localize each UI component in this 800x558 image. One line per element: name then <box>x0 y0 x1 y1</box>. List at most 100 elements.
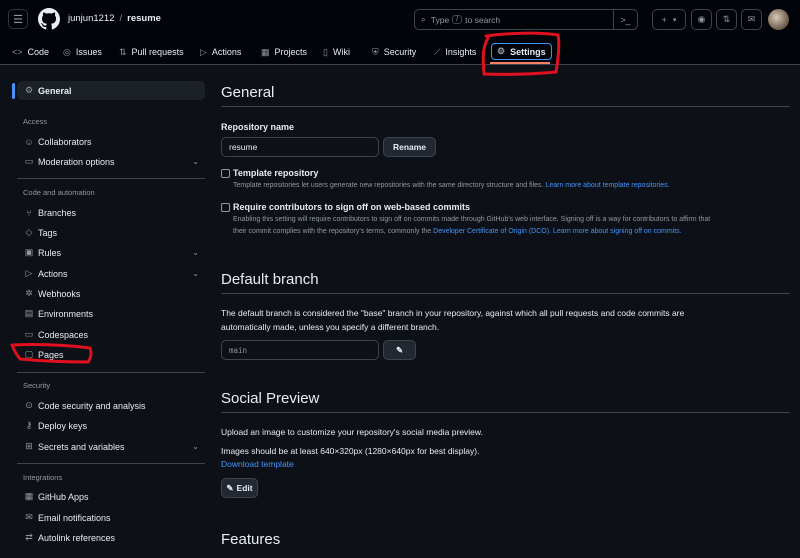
command-palette-icon[interactable]: >_ <box>613 9 637 30</box>
sidebar-item-autolink[interactable]: ⇄ Autolink references <box>17 528 205 547</box>
sidebar-item-email-notifications[interactable]: ✉ Email notifications <box>17 508 205 527</box>
search-icon: ⌕ <box>421 14 426 24</box>
sidebar-heading-code-automation: Code and automation <box>23 188 95 197</box>
default-branch-name: main <box>229 345 248 355</box>
section-divider <box>221 106 790 107</box>
chevron-down-icon: ▾ <box>672 16 677 24</box>
repo-link[interactable]: resume <box>127 13 161 24</box>
sidebar-item-label: Environments <box>38 308 94 319</box>
sidebar-item-actions[interactable]: ▷ Actions ⌄ <box>17 264 205 283</box>
section-title-default-branch: Default branch <box>221 271 319 288</box>
sidebar-item-label: Webhooks <box>38 288 81 299</box>
sidebar-item-moderation[interactable]: ▭ Moderation options ⌄ <box>17 152 205 171</box>
sidebar-divider <box>17 463 205 464</box>
chevron-down-icon: ⌄ <box>192 442 199 451</box>
tab-security[interactable]: ⛨ Security <box>372 44 416 60</box>
pencil-icon: ✎ <box>395 344 404 355</box>
asterisk-icon: ⊞ <box>25 441 33 451</box>
sidebar-item-label: Deploy keys <box>38 420 88 431</box>
edit-social-preview-button[interactable]: ✎ Edit <box>221 478 258 498</box>
default-branch-field: main <box>221 340 379 360</box>
sidebar-item-github-apps[interactable]: ▦ GitHub Apps <box>17 487 205 506</box>
codespaces-icon: ▭ <box>24 329 34 339</box>
owner-link[interactable]: junjun1212 <box>68 13 115 24</box>
tab-issues-label: Issues <box>75 47 102 57</box>
sidebar-item-general[interactable]: ⚙ General <box>17 81 205 100</box>
avatar[interactable] <box>768 9 789 30</box>
tab-insights[interactable]: ⟋ Insights <box>434 44 476 60</box>
tab-settings[interactable]: ⚙ Settings <box>491 43 552 60</box>
section-title-general: General <box>221 84 275 101</box>
tab-wiki[interactable]: ▯ Wiki <box>323 44 350 60</box>
inbox-icon[interactable]: ✉ <box>741 9 762 30</box>
default-branch-description: The default branch is considered the "ba… <box>221 308 685 332</box>
edit-button-label: Edit <box>236 483 253 493</box>
dco-link[interactable]: Developer Certificate of Origin (DCO). <box>433 228 551 235</box>
browser-icon: ▢ <box>24 349 34 359</box>
branch-icon: ⑂ <box>26 207 32 218</box>
github-logo[interactable] <box>38 8 60 30</box>
sidebar-item-label: General <box>38 85 72 96</box>
play-icon: ▷ <box>25 268 33 278</box>
tab-pull-requests-label: Pull requests <box>131 47 184 57</box>
tab-pull-requests[interactable]: ⇅ Pull requests <box>119 44 184 60</box>
repo-name-label: Repository name <box>221 122 295 132</box>
sidebar-item-rules[interactable]: ▣ Rules ⌄ <box>17 243 205 262</box>
sidebar-item-secrets[interactable]: ⊞ Secrets and variables ⌄ <box>17 437 205 456</box>
sidebar-item-environments[interactable]: ▤ Environments <box>17 304 205 323</box>
template-repository-checkbox[interactable] <box>221 169 230 178</box>
sidebar-item-label: Pages <box>38 349 64 360</box>
gear-icon: ⚙ <box>24 85 34 95</box>
pull-request-icon: ⇅ <box>119 46 127 57</box>
download-template-link[interactable]: Download template <box>221 458 294 472</box>
codescan-icon: ⊙ <box>25 400 33 410</box>
tab-issues[interactable]: ◎ Issues <box>63 44 102 60</box>
create-new-button[interactable]: + ▾ <box>652 9 686 30</box>
repo-nav: <> Code ◎ Issues ⇅ Pull requests ▷ Actions ▦… <box>0 38 800 65</box>
tab-projects[interactable]: ▦ Projects <box>261 44 307 60</box>
sidebar-item-deploy-keys[interactable]: ⚷ Deploy keys <box>17 416 205 435</box>
signoff-label: Require contributors to sign off on web-… <box>233 202 471 212</box>
tab-actions[interactable]: ▷ Actions <box>200 44 241 60</box>
sidebar-heading-integrations: Integrations <box>23 473 63 482</box>
server-icon: ▤ <box>24 308 34 318</box>
repo-name-input[interactable]: resume <box>221 137 379 157</box>
edit-default-branch-button[interactable]: ✎ <box>383 340 416 360</box>
gear-icon: ⚙ <box>497 46 506 56</box>
tab-code[interactable]: <> Code <box>12 44 49 60</box>
sidebar-item-webhooks[interactable]: ✲ Webhooks <box>17 284 205 303</box>
sidebar-item-label: Tags <box>38 227 58 238</box>
sidebar-item-label: Collaborators <box>38 136 92 147</box>
sidebar-heading-security: Security <box>23 381 51 390</box>
sidebar-item-label: Code security and analysis <box>38 400 146 411</box>
table-icon: ▦ <box>261 46 270 57</box>
pull-requests-icon[interactable]: ⇅ <box>716 9 737 30</box>
sidebar-item-label: Rules <box>38 247 62 258</box>
chevron-down-icon: ⌄ <box>192 157 199 166</box>
signoff-learn-more-link[interactable]: Learn more about signing off on commits. <box>553 228 682 235</box>
sidebar-item-code-security[interactable]: ⊙ Code security and analysis <box>17 396 205 415</box>
mail-icon: ✉ <box>25 512 33 522</box>
search-input[interactable]: ⌕ Type / to search >_ <box>414 9 638 30</box>
search-shortcut-key: / <box>452 15 463 24</box>
section-divider <box>221 293 790 294</box>
issues-icon: ◎ <box>63 46 71 57</box>
global-header: ☰ junjun1212 / resume ⌕ Type / to search >… <box>0 0 800 38</box>
sidebar-item-tags[interactable]: ◇ Tags <box>17 223 205 242</box>
sidebar-item-label: Codespaces <box>38 329 89 340</box>
template-learn-more-link[interactable]: Learn more about template repositories. <box>545 182 669 189</box>
webhook-icon: ✲ <box>25 288 33 298</box>
tab-wiki-label: Wiki <box>332 47 350 57</box>
chevron-down-icon: ⌄ <box>192 248 199 257</box>
menu-icon[interactable]: ☰ <box>8 9 28 29</box>
sidebar-item-branches[interactable]: ⑂ Branches <box>17 203 205 222</box>
rename-button[interactable]: Rename <box>383 137 436 157</box>
signoff-checkbox[interactable] <box>221 203 230 212</box>
sidebar-item-pages[interactable]: ▢ Pages <box>17 345 205 364</box>
sidebar-item-codespaces[interactable]: ▭ Codespaces <box>17 325 205 344</box>
section-title-social-preview: Social Preview <box>221 390 320 407</box>
issues-icon[interactable]: ◉ <box>691 9 712 30</box>
sidebar-item-collaborators[interactable]: ☺ Collaborators <box>17 132 205 151</box>
tab-security-label: Security <box>383 47 417 57</box>
social-preview-size-note: Images should be at least 640×320px (128… <box>221 446 480 456</box>
